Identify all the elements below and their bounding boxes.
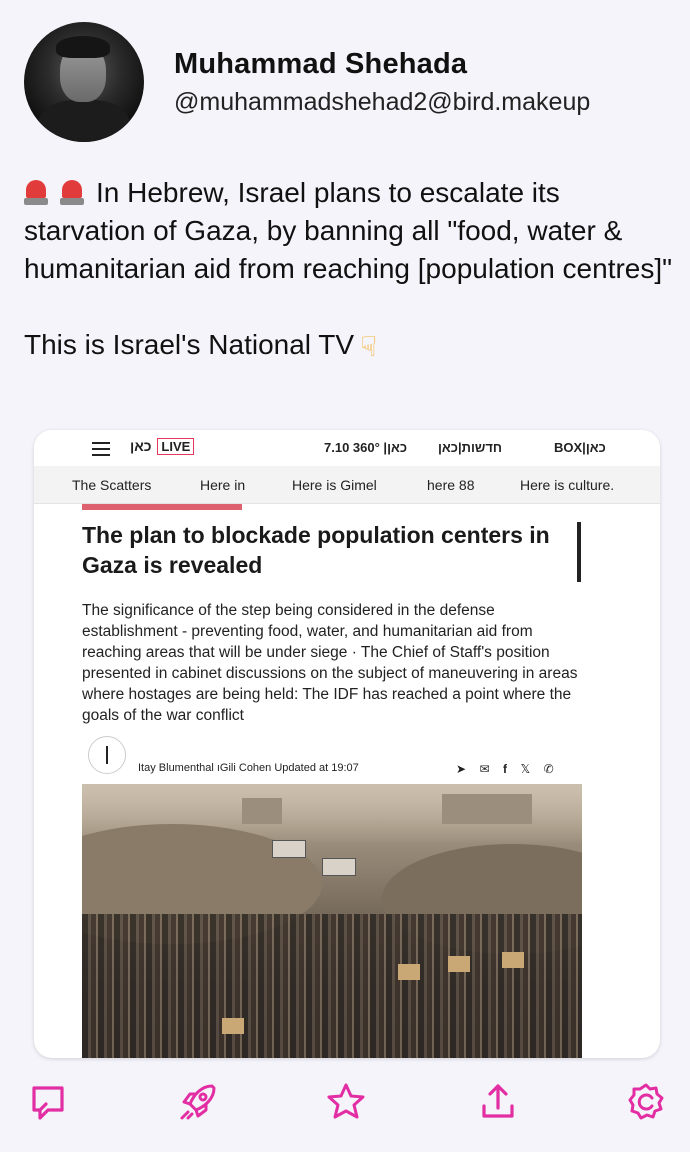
byline-authors: Itay Blumenthal ıGili Cohen [138,762,272,774]
article-byline: Itay Blumenthal ıGili Cohen Updated at 1… [82,736,582,776]
rocket-icon [180,1084,216,1120]
site-logo-text: ‏כאן [130,438,152,454]
share-icons: ➤ ✉ f 𝕏 ✆ [456,760,563,776]
gear-icon [628,1083,664,1120]
photo-truck [322,858,356,876]
site-logo: ‏כאן LIVE [130,438,195,455]
share-button[interactable] [476,1080,520,1124]
whatsapp-icon: ✆ [543,762,554,776]
nav-item: Here in [200,477,246,493]
post-header: Muhammad Shehada @muhammadshehad2@bird.m… [24,22,664,142]
avatar-body [38,100,130,142]
photo-truck [272,840,306,858]
photo-building [442,794,532,824]
photo-crowd [82,914,582,1058]
telegram-icon: ➤ [456,762,467,776]
police-car-light-icon [60,178,84,206]
account-handle[interactable]: @muhammadshehad2@bird.makeup [174,88,590,117]
boost-button[interactable] [176,1080,220,1124]
topbar-link-3: BOX|כאן [554,440,606,455]
site-navbar: The Scatters Here in Here is Gimel here … [34,466,660,504]
nav-item: Here is culture. [520,477,615,493]
star-icon [327,1083,365,1119]
article-photo [82,784,582,1058]
byline-updated: Updated at 19:07 [274,762,359,774]
more-button[interactable] [624,1080,668,1124]
photo-box [502,952,524,968]
article-headline: The plan to blockade population centers … [82,522,550,578]
photo-building [242,798,282,824]
favourite-button[interactable] [324,1080,368,1124]
reply-icon [32,1086,64,1120]
topbar-link-1: 7.10 360° |כאן [324,440,408,455]
display-name[interactable]: Muhammad Shehada [174,48,467,81]
photo-box [222,1018,244,1034]
post-content: In Hebrew, Israel plans to escalate its … [24,174,674,366]
post-paragraph-2: This is Israel's National TV ☟ [24,326,674,366]
article-tag-strip [82,504,242,510]
avatar-hair [56,36,110,58]
headline-divider [577,522,581,582]
x-icon: 𝕏 [520,762,531,776]
reply-button[interactable] [26,1080,70,1124]
topbar-link-2: חדשות|כאן [438,440,503,455]
nav-item: here 88 [427,477,475,493]
police-car-light-icon [24,178,48,206]
photo-box [398,964,420,980]
author-logo-icon [88,736,126,774]
share-icon [482,1084,514,1118]
live-badge: LIVE [157,438,195,455]
facebook-icon: f [503,762,508,776]
media-attachment[interactable]: ‏כאן LIVE 7.10 360° |כאן חדשות|כאן BOX|כ… [34,430,660,1058]
photo-box [448,956,470,972]
post-text-line-2: This is Israel's National TV [24,329,355,360]
nav-item: Here is Gimel [292,477,377,493]
byline-text: Itay Blumenthal ıGili Cohen Updated at 1… [138,762,359,774]
hamburger-menu-icon [92,442,110,456]
site-topbar: ‏כאן LIVE 7.10 360° |כאן חדשות|כאן BOX|כ… [34,430,660,466]
mail-icon: ✉ [479,762,490,776]
nav-item: The Scatters [72,477,152,493]
post-text-line-1: In Hebrew, Israel plans to escalate its … [24,177,673,284]
post-paragraph-1: In Hebrew, Israel plans to escalate its … [24,174,674,288]
avatar[interactable] [24,22,144,142]
pointing-down-icon: ☟ [360,331,378,362]
post-actions [0,1080,690,1130]
article-summary: The significance of the step being consi… [82,602,578,724]
